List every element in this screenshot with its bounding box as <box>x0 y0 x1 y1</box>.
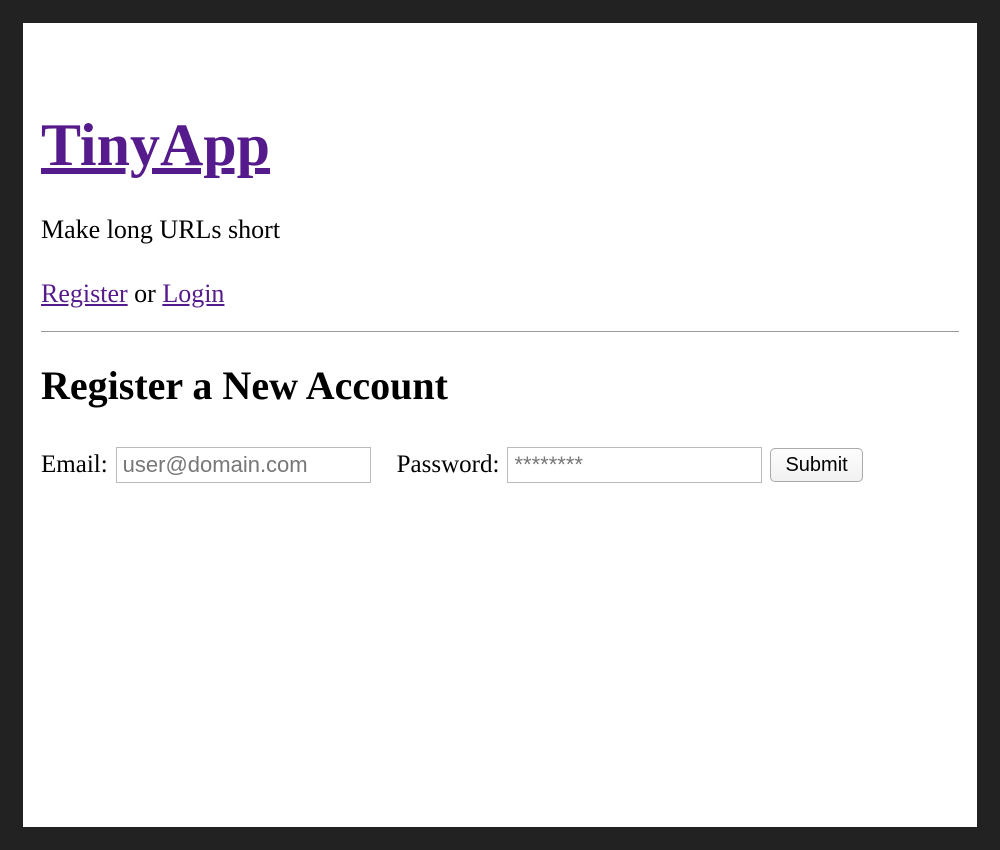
tagline: Make long URLs short <box>41 215 959 245</box>
register-form: Email: Password: Submit <box>41 447 959 483</box>
password-field[interactable] <box>507 447 762 483</box>
email-field[interactable] <box>116 447 371 483</box>
app-title-link[interactable]: TinyApp <box>41 112 270 178</box>
login-link[interactable]: Login <box>162 279 224 308</box>
page-container: TinyApp Make long URLs short Register or… <box>23 23 977 827</box>
register-link[interactable]: Register <box>41 279 128 308</box>
divider <box>41 331 959 332</box>
email-label: Email: <box>41 451 108 479</box>
or-text: or <box>128 279 163 308</box>
submit-button[interactable]: Submit <box>770 448 862 482</box>
auth-links-line: Register or Login <box>41 279 959 309</box>
section-heading: Register a New Account <box>41 362 959 409</box>
password-label: Password: <box>397 451 500 479</box>
app-title: TinyApp <box>41 41 959 180</box>
